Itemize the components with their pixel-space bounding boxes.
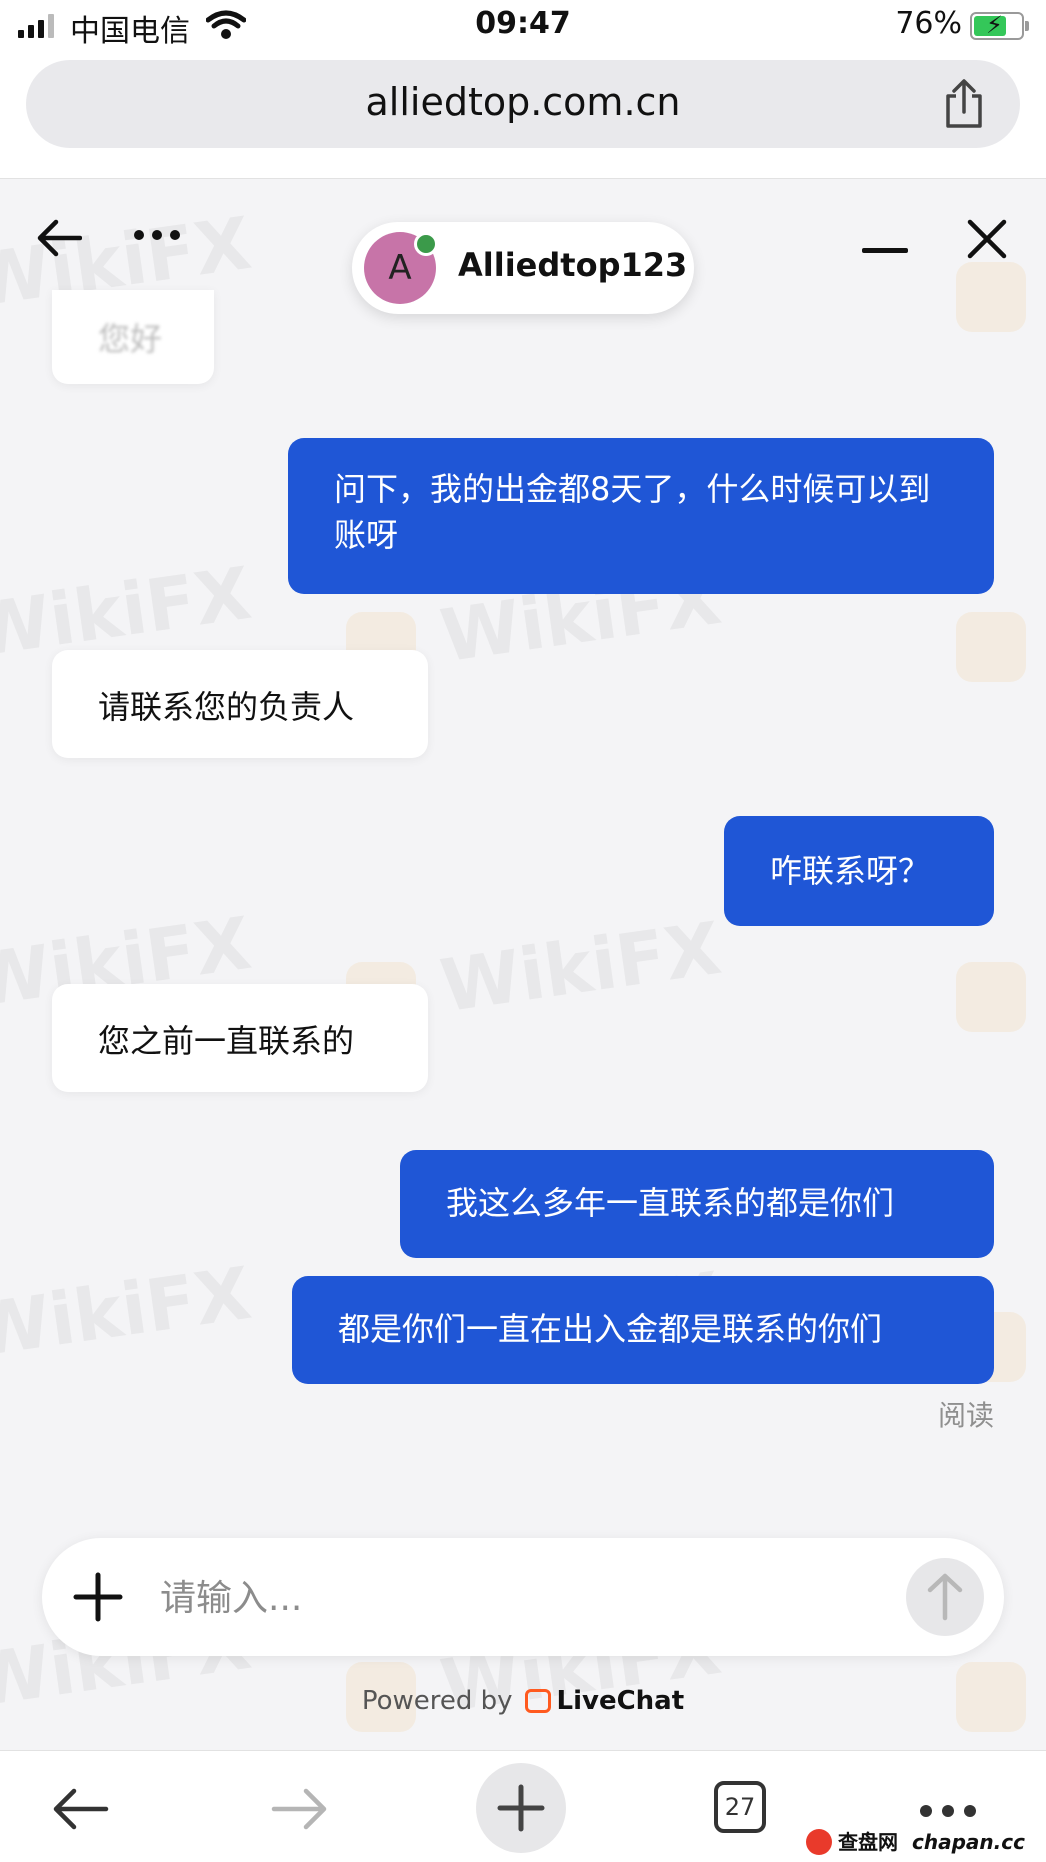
status-bar: 中国电信 09:47 76% ⚡ bbox=[0, 0, 1046, 52]
share-icon[interactable] bbox=[942, 78, 986, 130]
watermark-logo bbox=[956, 262, 1026, 332]
battery-charging-icon: ⚡ bbox=[970, 11, 1029, 40]
url-text[interactable]: alliedtop.com.cn bbox=[26, 80, 1020, 124]
message-text: 都是你们一直在出入金都是联系的你们 bbox=[338, 1310, 883, 1348]
nav-back-icon[interactable] bbox=[50, 1787, 110, 1831]
send-button[interactable] bbox=[906, 1558, 984, 1636]
message-composer bbox=[42, 1538, 1004, 1656]
powered-by[interactable]: Powered by LiveChat bbox=[0, 1686, 1046, 1716]
message-outgoing: 我这么多年一直联系的都是你们 bbox=[400, 1150, 994, 1258]
source-watermark: 查盘网 chapan.cc bbox=[806, 1826, 1025, 1855]
message-text: 咋联系呀？ bbox=[770, 852, 931, 890]
more-dots-icon[interactable] bbox=[134, 230, 180, 240]
message-incoming: 您之前一直联系的 bbox=[52, 984, 428, 1092]
watermark-logo bbox=[956, 962, 1026, 1032]
online-status-dot bbox=[414, 232, 438, 256]
watermark: WikiFX bbox=[435, 905, 726, 1029]
powered-by-brand: LiveChat bbox=[556, 1686, 685, 1716]
message-incoming: 您好 bbox=[52, 290, 214, 384]
close-icon[interactable] bbox=[964, 216, 1010, 262]
agent-name: Alliedtop123 bbox=[458, 246, 688, 284]
read-receipt: 阅读 bbox=[937, 1399, 994, 1432]
new-tab-icon bbox=[497, 1784, 545, 1832]
message-text: 您之前一直联系的 bbox=[98, 1022, 355, 1060]
back-arrow-icon[interactable] bbox=[36, 218, 82, 258]
message-text: 我这么多年一直联系的都是你们 bbox=[446, 1184, 895, 1222]
tabs-icon[interactable]: 27 bbox=[714, 1781, 766, 1833]
plus-icon[interactable] bbox=[72, 1571, 124, 1623]
livechat-logo-icon bbox=[524, 1689, 551, 1713]
message-incoming: 请联系您的负责人 bbox=[52, 650, 428, 758]
agent-badge[interactable]: A Alliedtop123 bbox=[352, 222, 694, 314]
clock: 09:47 bbox=[475, 6, 571, 41]
powered-by-prefix: Powered by bbox=[361, 1686, 513, 1716]
source-site: chapan.cc bbox=[912, 1830, 1025, 1854]
watermark: WikiFX bbox=[0, 1250, 256, 1374]
message-input[interactable] bbox=[158, 1564, 922, 1632]
message-outgoing: 咋联系呀？ bbox=[724, 816, 994, 926]
message-outgoing: 都是你们一直在出入金都是联系的你们 bbox=[292, 1276, 994, 1384]
nav-forward-icon[interactable] bbox=[270, 1787, 330, 1831]
message-outgoing: 问下，我的出金都8天了，什么时候可以到账呀 bbox=[288, 438, 994, 594]
minimize-icon[interactable] bbox=[862, 248, 908, 253]
message-text: 您好 bbox=[98, 320, 163, 358]
battery-percent: 76% bbox=[895, 6, 962, 41]
message-text: 问下，我的出金都8天了，什么时候可以到账呀 bbox=[334, 470, 931, 554]
browser-toolbar: alliedtop.com.cn bbox=[0, 52, 1046, 179]
message-text: 请联系您的负责人 bbox=[98, 688, 355, 726]
source-label: 查盘网 bbox=[838, 1830, 898, 1854]
more-icon[interactable] bbox=[920, 1805, 976, 1817]
new-tab-button[interactable] bbox=[476, 1763, 566, 1853]
watermark-logo bbox=[956, 612, 1026, 682]
send-arrow-icon bbox=[927, 1573, 963, 1621]
source-logo-icon bbox=[806, 1829, 832, 1855]
address-bar[interactable]: alliedtop.com.cn bbox=[26, 60, 1020, 148]
